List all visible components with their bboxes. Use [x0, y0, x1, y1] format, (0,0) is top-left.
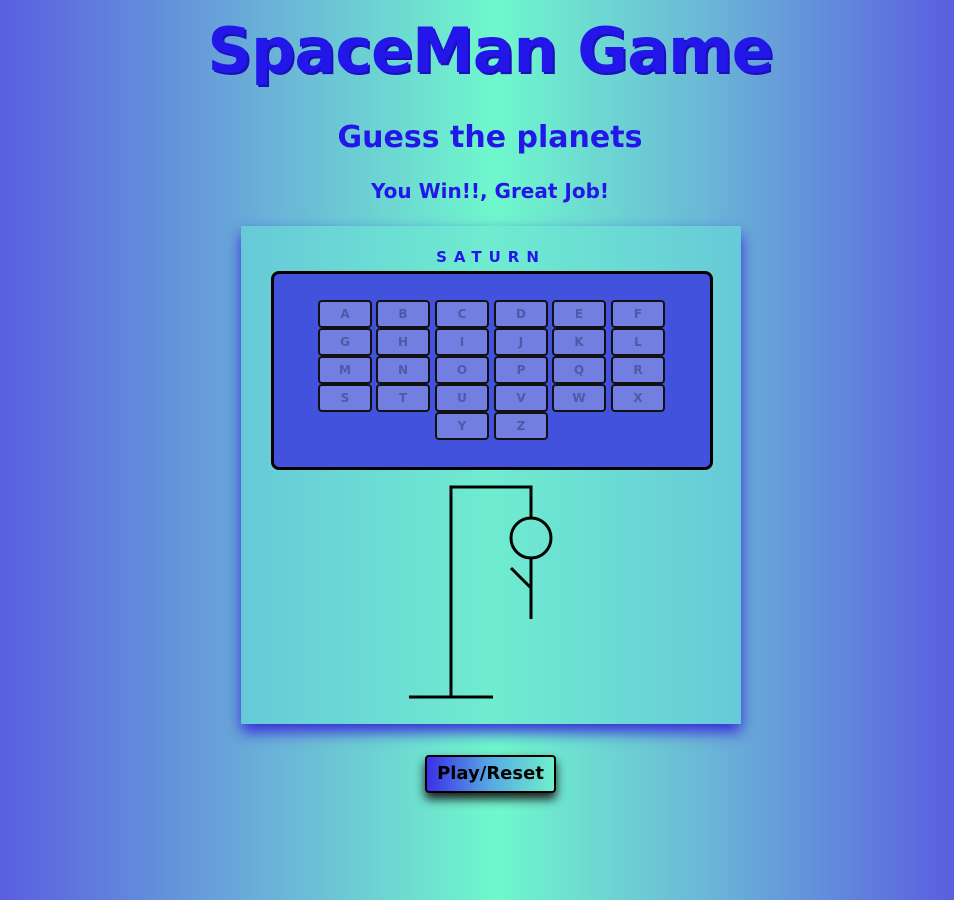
page-subtitle: Guess the planets: [337, 120, 643, 155]
game-board: SATURN A B C D E F G H I J K L M N O P Q…: [241, 226, 741, 724]
spaceman-drawing: [409, 485, 553, 699]
page-title: SpaceMan Game: [207, 14, 773, 87]
spaceman-head: [509, 516, 553, 560]
play-reset-button[interactable]: Play/Reset: [425, 755, 556, 793]
game-status-message: You Win!!, Great Job!: [370, 179, 610, 203]
spaceman-arm: [509, 566, 533, 590]
